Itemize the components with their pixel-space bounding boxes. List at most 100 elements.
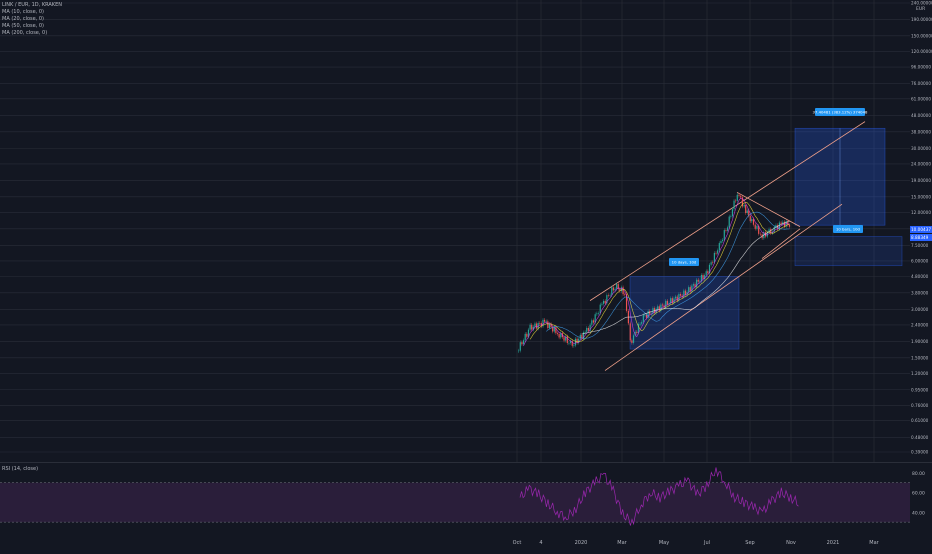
- rsi-tick-label: 40.00: [912, 510, 925, 516]
- candle-body: [688, 287, 690, 292]
- price-tick-label: 1.90000: [911, 339, 929, 344]
- candle-body: [522, 340, 525, 345]
- candle-body: [751, 219, 753, 222]
- price-chart[interactable]: 10 days, 10d 10 bars, 10d 37.40481 (383.12…: [0, 0, 910, 462]
- annotation-target: 37.40481 (383.12%) 374048: [813, 110, 868, 115]
- candle-body: [728, 216, 730, 228]
- price-tick-label: 2.40000: [911, 322, 929, 327]
- annotation-left: 10 days, 10d: [672, 260, 697, 265]
- candle-body: [658, 306, 660, 311]
- price-tick-label: 0.61000: [911, 418, 929, 423]
- time-tick-label: Jul: [703, 540, 710, 546]
- price-tick-label: 0.39000: [911, 450, 929, 455]
- price-tick-label: 190.00000: [911, 17, 932, 22]
- candle-body: [715, 252, 717, 254]
- candle-body: [531, 324, 533, 330]
- candle-body: [597, 313, 600, 314]
- candle-body: [641, 322, 643, 324]
- candle-body: [679, 294, 682, 296]
- ma10-legend: MA (10, close, 0): [2, 9, 45, 15]
- time-axis[interactable]: Oct 4 2020 Mar May Jul Sep Nov 2021 Mar: [0, 532, 932, 550]
- price-tick-label: 150.00000: [911, 33, 932, 38]
- price-tick-label: 30.00000: [911, 146, 931, 151]
- candle-body: [752, 219, 755, 225]
- candle-body: [642, 315, 644, 323]
- wedge-upper-line: [736, 191, 801, 227]
- price-tick-label: 120.00000: [911, 49, 932, 54]
- candle-body: [736, 194, 738, 201]
- rsi-tick-label: 60.00: [912, 491, 925, 497]
- range-box-right: [794, 236, 903, 267]
- range-box-left: [629, 276, 740, 350]
- candle-body: [584, 331, 586, 333]
- candle-body: [723, 230, 725, 240]
- candle-body: [601, 303, 603, 305]
- rsi-pane[interactable]: [0, 463, 910, 532]
- candle-body: [725, 230, 727, 231]
- candle-body: [644, 314, 646, 316]
- candle-body: [545, 321, 547, 322]
- candle-body: [730, 216, 732, 217]
- candle-body: [705, 271, 707, 276]
- price-tick-label: 0.48000: [911, 435, 929, 440]
- price-tick-label: 76.00000: [911, 81, 931, 86]
- price-tick-label: 7.50000: [911, 243, 929, 248]
- candle-body: [649, 311, 651, 315]
- candle-body: [535, 323, 538, 329]
- candle-body: [548, 324, 551, 329]
- time-tick-label: 2020: [575, 540, 588, 546]
- price-chart-pane[interactable]: 10 days, 10d 10 bars, 10d 37.40481 (383.12…: [0, 0, 910, 462]
- candle-body: [568, 342, 570, 344]
- candle-body: [756, 225, 758, 229]
- rsi-chart: [0, 467, 910, 526]
- candle-body: [788, 224, 791, 227]
- price-tick-label: 12.00000: [911, 210, 931, 215]
- candle-body: [631, 340, 633, 343]
- candle-body: [632, 335, 635, 343]
- candle-body: [602, 300, 605, 304]
- candle-body: [731, 209, 734, 217]
- candle-body: [636, 331, 638, 334]
- candle-body: [718, 243, 720, 251]
- price-tick-label: 3.80000: [911, 290, 929, 295]
- rsi-tick-label: 80.00: [912, 471, 925, 477]
- candle-body: [604, 300, 606, 304]
- candle-body: [591, 320, 593, 325]
- candle-body: [697, 279, 699, 282]
- candle-body: [717, 250, 719, 254]
- secondary-price-label: 8.88349: [911, 235, 929, 240]
- candle-body: [720, 241, 722, 244]
- candle-body: [624, 294, 626, 295]
- candle-body: [579, 334, 581, 339]
- time-tick-label: Oct: [513, 540, 522, 546]
- price-tick-label: 48.00000: [911, 113, 931, 118]
- price-tick-label: 1.50000: [911, 355, 929, 360]
- price-axis[interactable]: 240.00000 190.00000 150.00000 120.00000 96.0…: [910, 0, 932, 462]
- rsi-band: [0, 482, 910, 523]
- candle-body: [665, 300, 667, 308]
- candle-body: [558, 334, 560, 338]
- candle-body: [544, 319, 546, 322]
- candle-body: [547, 321, 549, 329]
- candle-body: [710, 262, 712, 265]
- rsi-axis-labels: 80.00 60.00 40.00: [912, 471, 925, 516]
- currency-label: EUR: [916, 6, 925, 12]
- price-tick-label: 61.00000: [911, 96, 931, 101]
- candle-body: [749, 215, 751, 222]
- candle-body: [556, 333, 559, 335]
- candle-body: [713, 252, 716, 263]
- price-axis-labels: 240.00000 190.00000 150.00000 120.00000 96.0…: [910, 1, 932, 455]
- rsi-axis[interactable]: 80.00 60.00 40.00: [910, 463, 932, 532]
- price-tick-label: 19.00000: [911, 178, 931, 183]
- candle-body: [529, 324, 531, 330]
- candle-body: [539, 323, 541, 324]
- candle-body: [586, 327, 588, 332]
- ma20-legend: MA (20, close, 0): [2, 16, 45, 22]
- candle-body: [521, 342, 523, 345]
- time-tick-label: Mar: [617, 540, 627, 546]
- candle-body: [519, 342, 521, 351]
- time-tick-label: Nov: [786, 540, 796, 546]
- candle-body: [692, 284, 695, 286]
- price-tick-label: 24.00000: [911, 161, 931, 166]
- price-tick-label: 240.00000: [911, 1, 932, 6]
